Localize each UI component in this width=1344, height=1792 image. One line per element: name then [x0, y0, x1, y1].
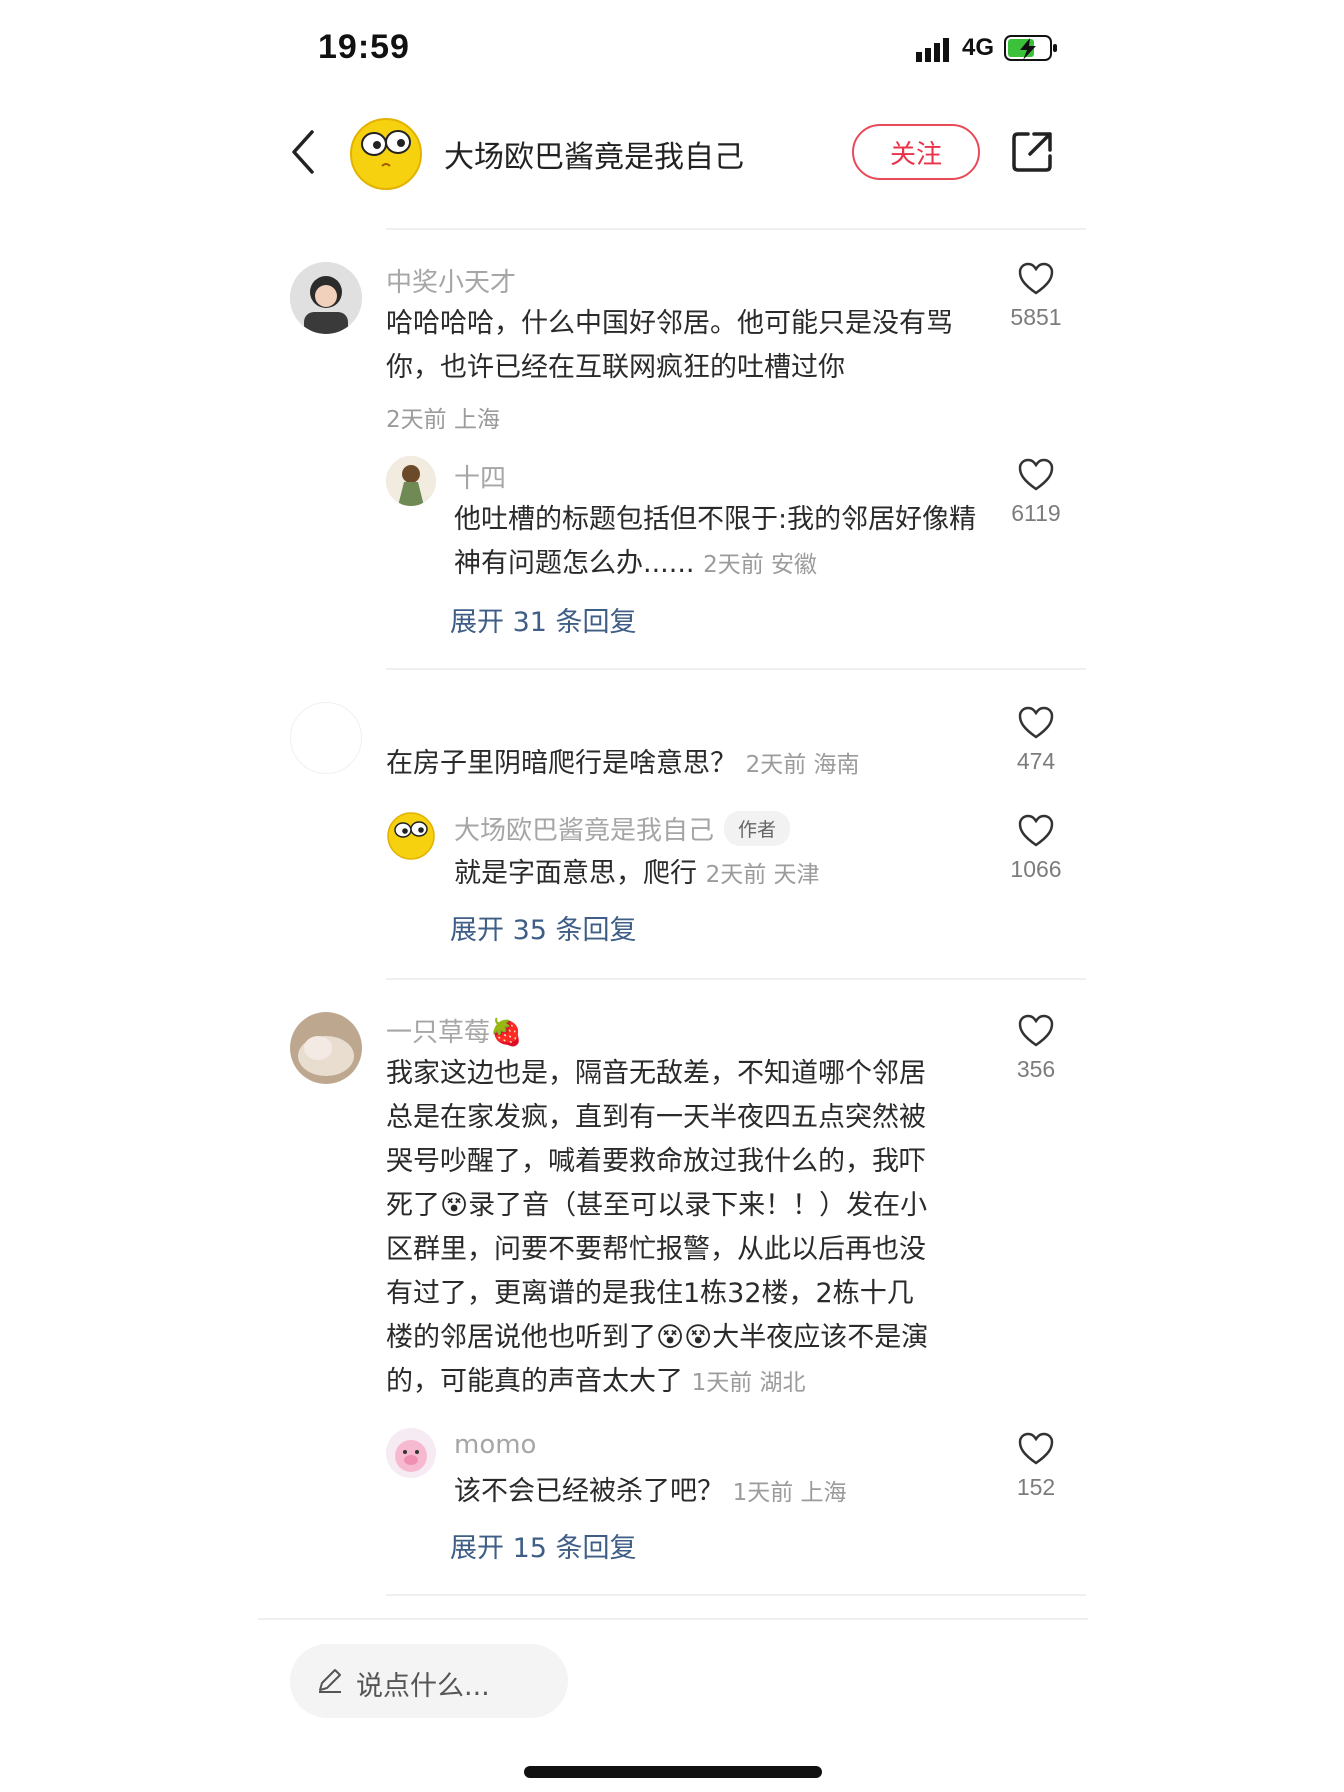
reply-meta: 2天前 安徽 — [703, 552, 818, 578]
heart-icon[interactable] — [1018, 458, 1054, 492]
divider — [386, 668, 1086, 670]
follow-button[interactable]: 关注 — [852, 124, 980, 180]
like-button[interactable]: 5851 — [996, 262, 1076, 331]
like-button[interactable]: 152 — [996, 1432, 1076, 1501]
status-time: 19:59 — [318, 28, 410, 66]
reply-avatar[interactable] — [386, 456, 436, 506]
like-button[interactable]: 1066 — [996, 814, 1076, 883]
author-badge: 作者 — [724, 811, 791, 846]
header-avatar[interactable] — [348, 114, 424, 190]
divider — [386, 978, 1086, 980]
heart-icon[interactable] — [1018, 1432, 1054, 1466]
reply-username[interactable]: momo — [454, 1430, 536, 1460]
like-count: 152 — [1016, 1474, 1056, 1500]
reply-avatar[interactable] — [386, 1428, 436, 1478]
like-button[interactable]: 474 — [996, 706, 1076, 775]
page-title: 大场欧巴酱竟是我自己 — [444, 140, 744, 175]
comment-input-placeholder[interactable]: 说点什么... — [356, 1664, 490, 1703]
commenter-avatar[interactable] — [290, 702, 362, 774]
comment-meta: 2天前 上海 — [386, 407, 500, 433]
commenter-avatar[interactable] — [290, 262, 362, 334]
like-count: 1066 — [1010, 856, 1062, 882]
reply-username[interactable]: 十四 — [454, 458, 506, 495]
comment-username[interactable]: 一只草莓🍓 — [386, 1012, 522, 1049]
reply-username[interactable]: 大场欧巴酱竟是我自己 作者 — [454, 810, 791, 847]
like-count: 5851 — [1010, 304, 1062, 330]
divider — [386, 228, 1086, 230]
share-icon[interactable] — [1010, 130, 1054, 174]
reply-text: 该不会已经被杀了吧？ 1天前 上海 — [454, 1476, 847, 1507]
comment-text: 哈哈哈哈，什么中国好邻居。他可能只是没有骂你，也许已经在互联网疯狂的吐槽过你 — [386, 308, 953, 383]
like-button[interactable]: 6119 — [996, 458, 1076, 527]
heart-icon[interactable] — [1018, 262, 1054, 296]
expand-replies-link[interactable]: 展开 35 条回复 — [450, 908, 637, 947]
expand-replies-link[interactable]: 展开 15 条回复 — [450, 1526, 637, 1565]
comment-meta: 1天前 湖北 — [691, 1370, 806, 1396]
comment-meta: 2天前 海南 — [745, 752, 860, 778]
commenter-avatar[interactable] — [290, 1012, 362, 1084]
reply-avatar[interactable] — [386, 810, 436, 860]
signal-icon — [916, 38, 949, 62]
bottom-bar-divider — [258, 1618, 1088, 1620]
reply-text: 就是字面意思，爬行 2天前 天津 — [454, 858, 820, 889]
expand-replies-link[interactable]: 展开 31 条回复 — [450, 600, 637, 639]
home-indicator[interactable] — [524, 1766, 822, 1778]
like-count: 356 — [1016, 1056, 1056, 1082]
battery-charging-icon — [1004, 35, 1057, 61]
heart-icon[interactable] — [1018, 706, 1054, 740]
heart-icon[interactable] — [1018, 814, 1054, 848]
comment-text: 我家这边也是，隔音无敌差，不知道哪个邻居 总是在家发疯，直到有一天半夜四五点突然… — [386, 1058, 929, 1397]
comment-username[interactable]: 中奖小天才 — [386, 262, 516, 299]
reply-meta: 1天前 上海 — [732, 1480, 847, 1506]
heart-icon[interactable] — [1018, 1014, 1054, 1048]
reply-meta: 2天前 天津 — [705, 862, 820, 888]
like-count: 6119 — [1011, 500, 1061, 526]
divider — [386, 1594, 1086, 1596]
network-label: 4G — [962, 34, 995, 61]
reply-text: 他吐槽的标题包括但不限于:我的邻居好像精神有问题怎么办...... 2天前 安徽 — [454, 504, 977, 579]
pen-icon — [319, 1669, 341, 1693]
like-button[interactable]: 356 — [996, 1014, 1076, 1083]
back-icon[interactable] — [290, 128, 316, 176]
like-count: 474 — [1016, 748, 1056, 774]
comment-text: 在房子里阴暗爬行是啥意思？ 2天前 海南 — [386, 748, 860, 779]
